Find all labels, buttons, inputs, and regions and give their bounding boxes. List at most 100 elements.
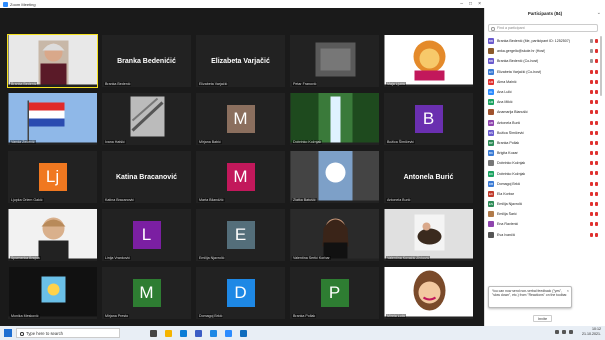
microphone-muted-icon [590, 49, 593, 54]
participant-row[interactable]: AL Ana Lulić [488, 87, 598, 97]
participant-search-input[interactable]: Find a participant [488, 24, 598, 32]
windows-start-icon[interactable] [4, 329, 12, 337]
participant-list-avatar: AM [488, 78, 494, 85]
video-tile[interactable]: M Mirjana Babić [196, 93, 285, 145]
video-tile[interactable]: Zlatka Batušić [290, 151, 379, 203]
tile-name-label: Domagoj Brkić [198, 314, 224, 318]
system-tray [555, 330, 573, 334]
participant-row[interactable]: AB Antonela Burić [488, 118, 598, 128]
video-tile[interactable]: Petar Franović [290, 35, 379, 87]
participant-status-icons [590, 151, 598, 156]
invite-button[interactable]: Invite [533, 315, 553, 322]
tile-name-label: Petar Franović [292, 82, 318, 86]
participant-row[interactable]: Emilija Šarić [488, 209, 598, 219]
participant-list-name: Branka Pollak [497, 140, 520, 145]
participant-status-icons [590, 100, 598, 105]
video-tile[interactable]: Branka Bedenić [7, 34, 98, 88]
teams-icon[interactable] [195, 329, 202, 337]
participant-row[interactable]: DB Domagoj Brkić [488, 179, 598, 189]
file-explorer-icon[interactable] [165, 329, 172, 337]
microphone-muted-icon [590, 191, 593, 196]
video-tile[interactable]: Monika Mesković [8, 267, 97, 319]
video-tile[interactable]: Elizabeta Varjačić Elizabeta Varjačić [196, 35, 285, 87]
video-tile[interactable]: Katina Bracanović Katina Bracanović [102, 151, 191, 203]
participant-row[interactable]: BŠ Božica Šimičević [488, 128, 598, 138]
taskbar-search-placeholder: Type here to search [26, 330, 64, 336]
participant-list-name: Ana Lulić [497, 90, 512, 95]
video-tile[interactable]: M Mirjana Presto [102, 267, 191, 319]
video-tile[interactable]: Vanda Zečević [8, 93, 97, 145]
edge-icon[interactable] [180, 329, 187, 337]
participant-row[interactable]: BP Branka Pollak [488, 138, 598, 148]
camera-off-icon [595, 212, 598, 217]
video-tile[interactable]: Valentina Sertić Korbar [290, 209, 379, 261]
participant-name-display: Katina Bracanović [115, 173, 178, 181]
participant-video [290, 93, 379, 145]
participant-list-name: Domagoj Brkić [497, 181, 521, 186]
video-tile[interactable]: Antonela Burić Antonela Burić [384, 151, 473, 203]
participant-row[interactable]: DK Dobrinko Kožnjak [488, 168, 598, 178]
participant-video [290, 35, 379, 87]
participant-avatar: L [132, 221, 161, 249]
participant-row[interactable]: EN Emilija Njavrolić [488, 199, 598, 209]
video-tile[interactable]: P Branka Pollak [290, 267, 379, 319]
taskbar-search-input[interactable]: Type here to search [16, 328, 120, 338]
participants-title: Participants (84) [527, 11, 563, 16]
mail-icon[interactable] [240, 329, 247, 337]
participant-video [384, 35, 473, 87]
panel-options-icon[interactable]: ⌄ [597, 10, 601, 16]
tile-name-label: Branka Pollak [292, 314, 317, 318]
participant-row[interactable]: EV Elizabeta Varjačić (Co-host) [488, 67, 598, 77]
video-tile[interactable]: E Emilija Njavrolić [196, 209, 285, 261]
participant-avatar: E [226, 221, 255, 249]
minimize-button[interactable]: – [460, 1, 463, 7]
clock[interactable]: 10:12 21.10.2021. [582, 327, 601, 336]
participant-row[interactable]: Anamarija Blanušić [488, 107, 598, 117]
participant-row[interactable]: BB Branka Bedenić (Co-host) [488, 56, 598, 66]
video-tile[interactable]: Maja Ljubić [384, 35, 473, 87]
participant-row[interactable]: BB Branka Bedenić (Me, participant ID: 12… [488, 36, 598, 46]
camera-off-icon [595, 191, 598, 196]
participant-row[interactable]: BK Brigita Kozari [488, 148, 598, 158]
participant-list-scrollbar[interactable] [600, 36, 602, 96]
participant-video [102, 93, 191, 145]
participant-row[interactable]: anka.gergelic@skole.hr (Host) [488, 46, 598, 56]
participant-list-avatar: BK [488, 150, 494, 157]
participant-row[interactable]: Eva Ivančić [488, 230, 598, 240]
video-tile[interactable]: L Linija Vranković [102, 209, 191, 261]
participant-status-icons [590, 212, 598, 217]
search-icon [20, 332, 24, 336]
close-window-button[interactable]: × [478, 1, 481, 7]
video-tile[interactable]: Dobrinko Kožnjak [290, 93, 379, 145]
microphone-muted-icon [590, 100, 593, 105]
microphone-muted-icon [590, 212, 593, 217]
video-tile[interactable]: Branka Bedenićić Branka Bedenić [102, 35, 191, 87]
video-tile[interactable]: Spomenka Brajda [8, 209, 97, 261]
tile-name-label: Emilija Njavrolić [198, 256, 226, 260]
battery-icon[interactable] [569, 330, 573, 334]
participant-list-avatar [488, 109, 494, 116]
video-tile[interactable]: M Marta Bilandžić [196, 151, 285, 203]
word-icon[interactable] [210, 329, 217, 337]
participant-row[interactable]: Ena Ravlenić [488, 219, 598, 229]
participant-row[interactable]: Dobrinko Kožnjak [488, 158, 598, 168]
video-tile[interactable]: Mirela Lulić [384, 267, 473, 319]
participant-row[interactable]: AM Alma Malnić [488, 77, 598, 87]
participant-row[interactable]: EK Ela Korbar [488, 189, 598, 199]
tooltip-close-icon[interactable]: × [567, 288, 569, 293]
tile-name-label: Vanda Zečević [10, 140, 36, 144]
video-tile[interactable]: D Domagoj Brkić [196, 267, 285, 319]
network-icon[interactable] [555, 330, 559, 334]
zoom-taskbar-icon[interactable] [225, 329, 232, 337]
tooltip-text: You can now send non-verbal feedback ("y… [492, 289, 568, 298]
participant-list-avatar: BB [488, 38, 494, 45]
task-view-icon[interactable] [150, 329, 157, 337]
video-tile[interactable]: Ivana Hatšić [102, 93, 191, 145]
video-tile[interactable]: Valentina Kovačić Zivković [384, 209, 473, 261]
microphone-muted-icon [590, 59, 593, 64]
volume-icon[interactable] [562, 330, 566, 334]
maximize-button[interactable]: □ [469, 1, 472, 7]
participant-row[interactable]: AM Ana Mikić [488, 97, 598, 107]
video-tile[interactable]: B Božica Šimičević [384, 93, 473, 145]
video-tile[interactable]: Lj Ljupka Orlem Gakić [8, 151, 97, 203]
